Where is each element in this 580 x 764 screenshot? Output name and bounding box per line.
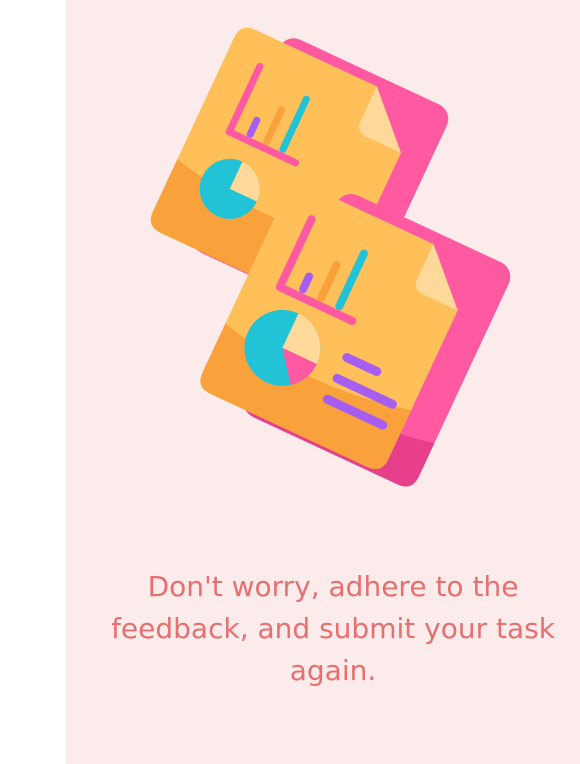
- report-documents-icon: [150, 27, 511, 487]
- feedback-message: Don't worry, adhere to the feedback, and…: [111, 570, 555, 687]
